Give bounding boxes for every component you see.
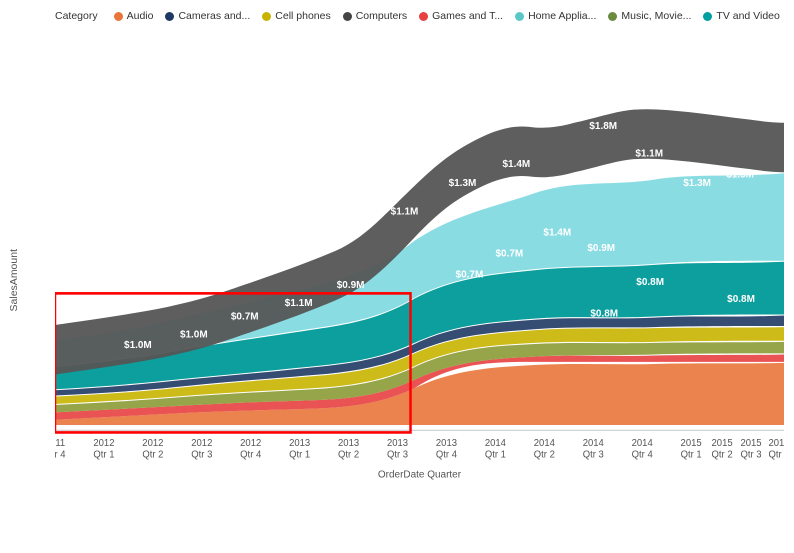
svg-text:$0.9M: $0.9M [587, 243, 615, 254]
svg-text:$1.1M: $1.1M [391, 206, 419, 217]
svg-text:Qtr 2: Qtr 2 [712, 450, 733, 461]
svg-text:Qtr 3: Qtr 3 [583, 450, 604, 461]
svg-text:2011: 2011 [55, 438, 65, 449]
svg-text:2013: 2013 [289, 438, 310, 449]
legend-item-cameras: Cameras and... [165, 10, 250, 22]
svg-text:$1.0M: $1.0M [124, 340, 152, 351]
svg-text:Qtr 1: Qtr 1 [681, 450, 702, 461]
svg-text:$1.5M: $1.5M [726, 169, 754, 180]
svg-text:2014: 2014 [583, 438, 605, 449]
chart-svg: $1.0M $1.0M $0.7M $1.1M $0.9M $1.1M $2.3… [55, 30, 784, 483]
legend-dot-games [419, 12, 428, 21]
svg-text:$0.9M: $0.9M [337, 280, 365, 291]
legend-dot-music [608, 12, 617, 21]
svg-text:2015: 2015 [681, 438, 703, 449]
chart-container: Category Audio Cameras and... Cell phone… [0, 0, 794, 553]
svg-text:$1.3M: $1.3M [449, 178, 477, 189]
legend-item-audio: Audio [114, 10, 154, 22]
svg-text:2015: 2015 [712, 438, 734, 449]
svg-text:Qtr 3: Qtr 3 [387, 450, 408, 461]
svg-text:Qtr 4: Qtr 4 [632, 450, 654, 461]
svg-text:Qtr 4: Qtr 4 [55, 450, 66, 461]
svg-text:2012: 2012 [93, 438, 114, 449]
svg-text:$1.9M: $1.9M [548, 93, 576, 104]
legend-label-cameras: Cameras and... [178, 10, 250, 22]
svg-text:2014: 2014 [632, 438, 654, 449]
legend-label-computers: Computers [356, 10, 407, 22]
svg-text:$1.4M: $1.4M [503, 159, 531, 170]
svg-text:$1.1M: $1.1M [285, 298, 313, 309]
legend-item-tv: TV and Video [703, 10, 779, 22]
legend-item-music: Music, Movie... [608, 10, 691, 22]
legend-label-home: Home Applia... [528, 10, 596, 22]
svg-text:Qtr 2: Qtr 2 [142, 450, 163, 461]
svg-text:Qtr 4: Qtr 4 [436, 450, 458, 461]
svg-text:2014: 2014 [534, 438, 556, 449]
svg-text:$0.8M: $0.8M [636, 277, 664, 288]
svg-text:2015: 2015 [768, 438, 784, 449]
svg-text:$1.8M: $1.8M [589, 121, 617, 132]
svg-text:$0.7M: $0.7M [496, 248, 524, 259]
svg-text:Qtr 4: Qtr 4 [240, 450, 262, 461]
svg-text:$1.4M: $1.4M [543, 227, 571, 238]
x-axis-label: OrderDate Quarter [378, 470, 462, 481]
svg-text:$0.7M: $0.7M [456, 269, 484, 280]
svg-text:$1.3M: $1.3M [683, 178, 711, 189]
legend-dot-computers [343, 12, 352, 21]
svg-text:$0.8M: $0.8M [590, 308, 618, 319]
legend-item-computers: Computers [343, 10, 407, 22]
legend-label-cellphones: Cell phones [275, 10, 330, 22]
legend-item-home: Home Applia... [515, 10, 596, 22]
svg-text:Qtr 2: Qtr 2 [534, 450, 555, 461]
legend-dot-tv [703, 12, 712, 21]
svg-text:2015: 2015 [740, 438, 762, 449]
svg-text:2014: 2014 [485, 438, 507, 449]
legend-item-cellphones: Cell phones [262, 10, 330, 22]
legend-label-audio: Audio [127, 10, 154, 22]
svg-text:Qtr 3: Qtr 3 [741, 450, 762, 461]
legend-dot-home [515, 12, 524, 21]
svg-text:$2.3M: $2.3M [401, 138, 429, 149]
legend-label-tv: TV and Video [716, 10, 779, 22]
svg-text:Qtr 4: Qtr 4 [768, 450, 784, 461]
svg-text:Qtr 1: Qtr 1 [93, 450, 114, 461]
svg-text:Qtr 1: Qtr 1 [485, 450, 506, 461]
svg-text:$0.7M: $0.7M [231, 311, 259, 322]
svg-text:2012: 2012 [191, 438, 212, 449]
legend-title: Category [55, 10, 98, 22]
svg-text:Qtr 3: Qtr 3 [191, 450, 212, 461]
legend-item-games: Games and T... [419, 10, 503, 22]
svg-text:2013: 2013 [338, 438, 359, 449]
legend-label-games: Games and T... [432, 10, 503, 22]
svg-text:2013: 2013 [436, 438, 457, 449]
legend-dot-cameras [165, 12, 174, 21]
chart-legend: Category Audio Cameras and... Cell phone… [55, 10, 784, 22]
svg-text:2012: 2012 [142, 438, 163, 449]
legend-dot-cellphones [262, 12, 271, 21]
svg-text:Qtr 2: Qtr 2 [338, 450, 359, 461]
svg-text:Qtr 1: Qtr 1 [289, 450, 310, 461]
svg-text:2013: 2013 [387, 438, 408, 449]
svg-text:2012: 2012 [240, 438, 261, 449]
svg-text:$1.0M: $1.0M [180, 329, 208, 340]
chart-area: $1.0M $1.0M $0.7M $1.1M $0.9M $1.1M $2.3… [55, 30, 784, 483]
legend-label-music: Music, Movie... [621, 10, 691, 22]
svg-text:$1.1M: $1.1M [635, 148, 663, 159]
y-axis-label: SalesAmount [8, 249, 20, 311]
legend-dot-audio [114, 12, 123, 21]
svg-text:$0.8M: $0.8M [727, 294, 755, 305]
